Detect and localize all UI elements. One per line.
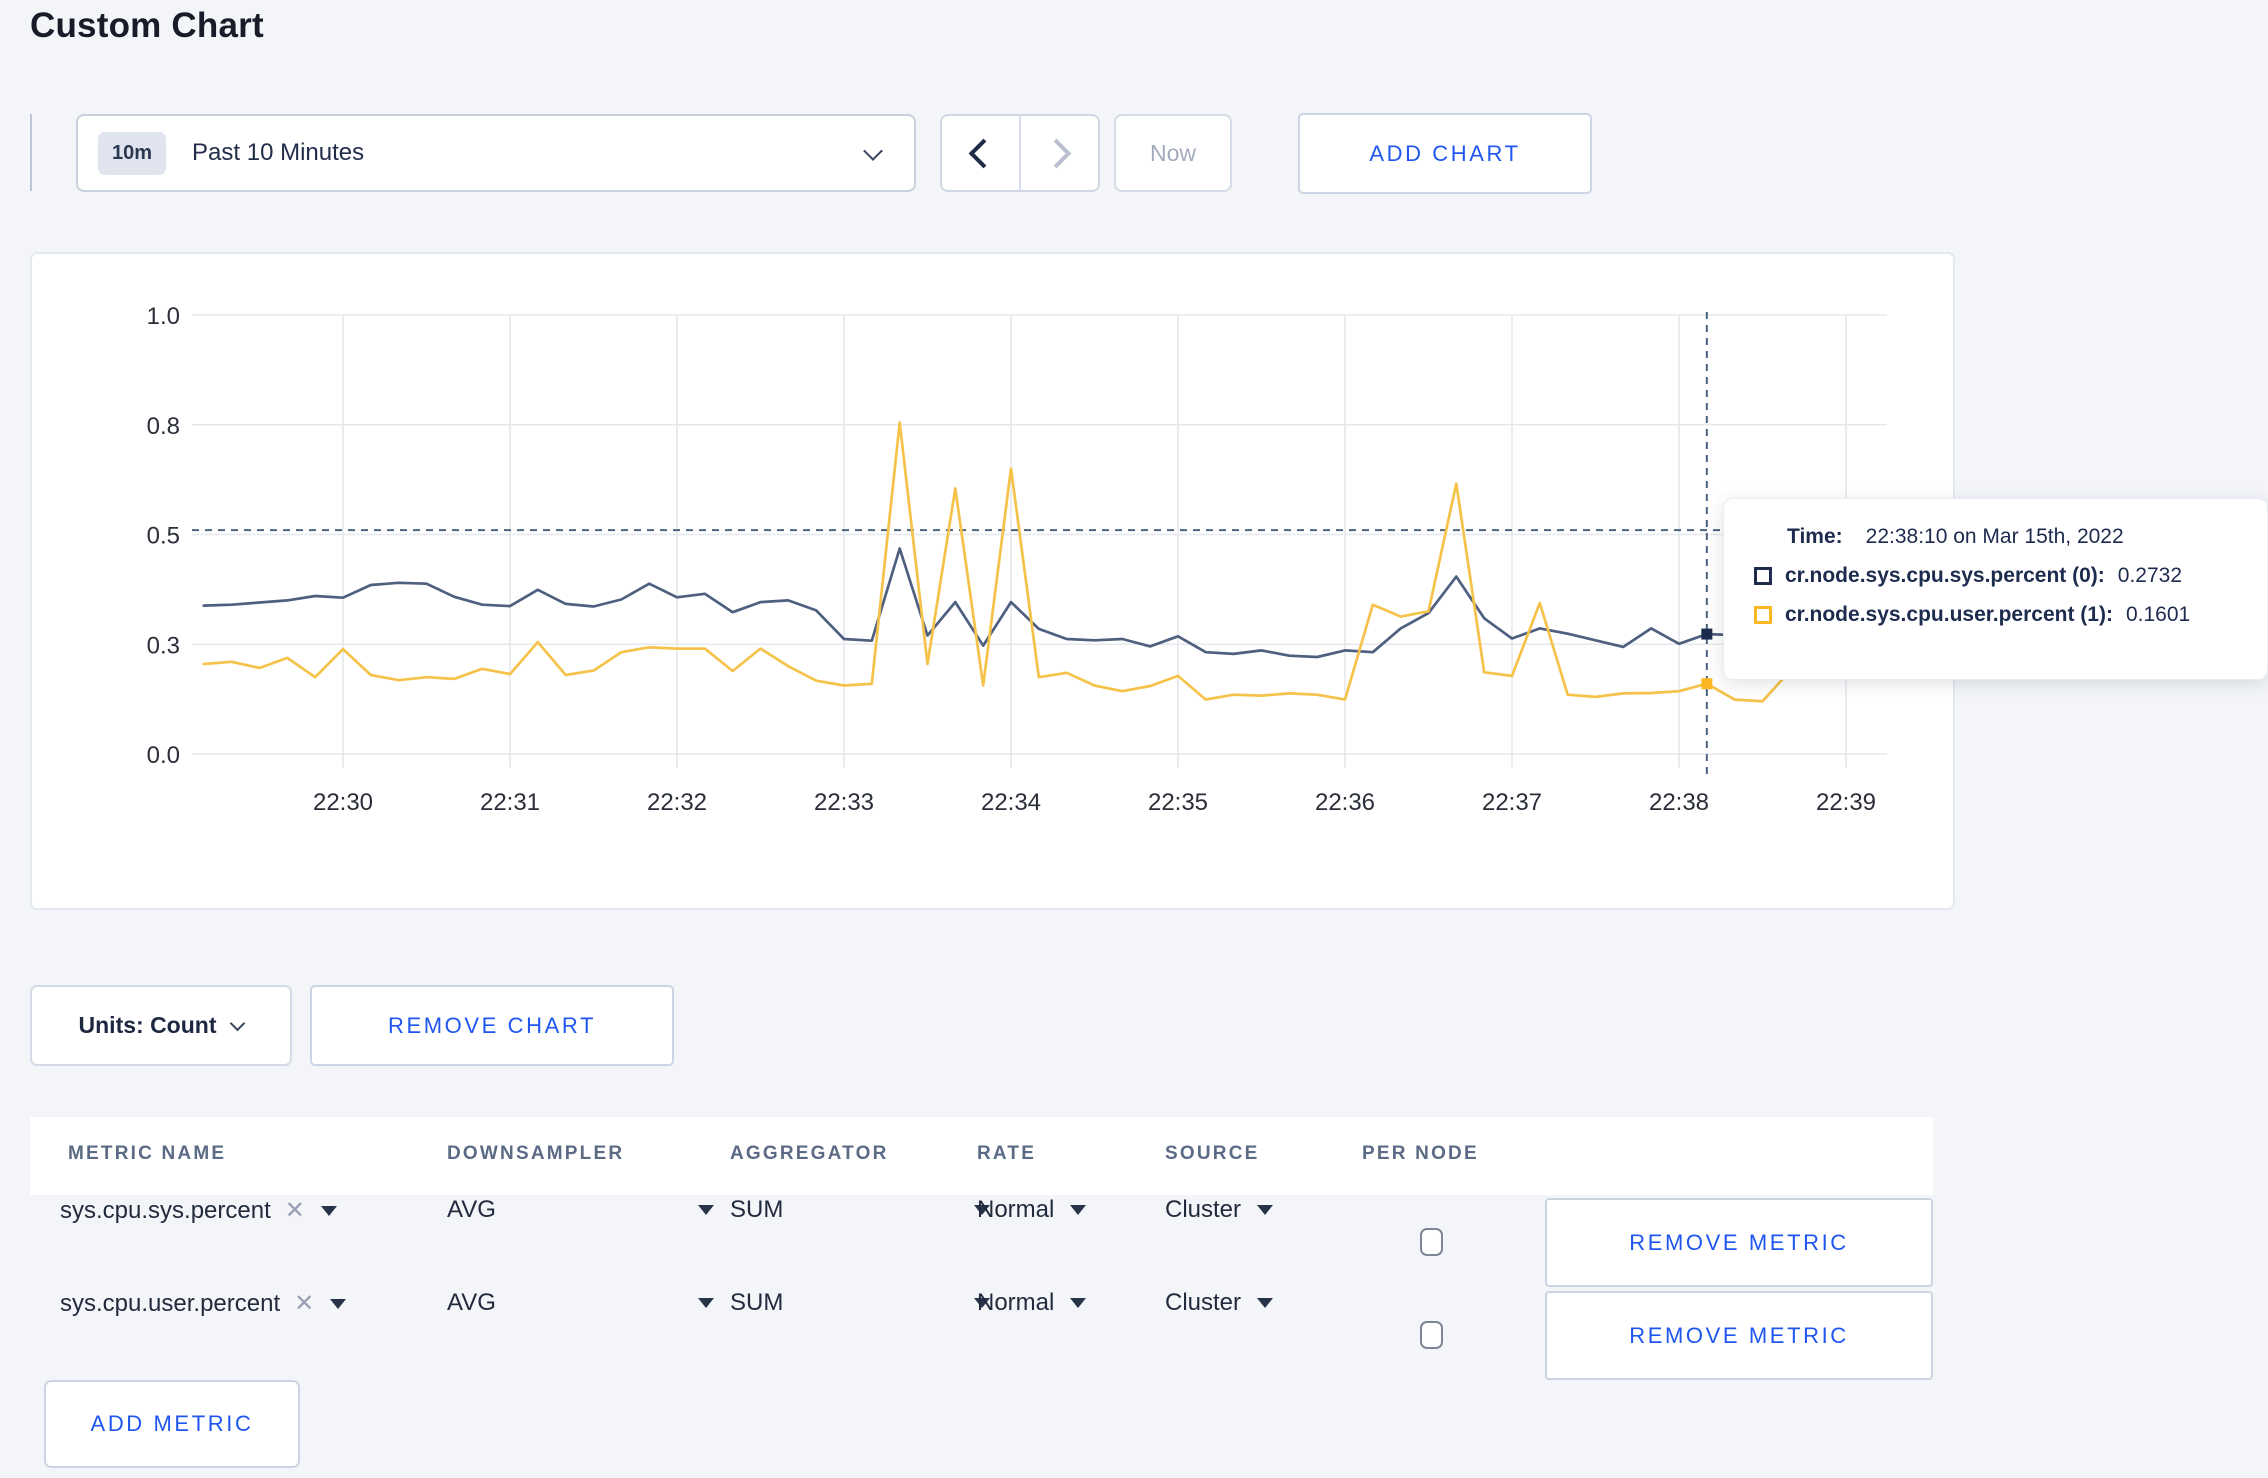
svg-text:22:36: 22:36 [1315, 789, 1375, 816]
aggregator-value: SUM [730, 1196, 784, 1223]
units-dropdown[interactable]: Units: Count [30, 985, 292, 1066]
tooltip-time-label: Time: [1787, 525, 1843, 548]
svg-text:22:37: 22:37 [1482, 789, 1542, 816]
remove-metric-button[interactable]: REMOVE METRIC [1545, 1198, 1933, 1287]
clear-metric-icon[interactable]: ✕ [285, 1196, 305, 1225]
sys-percent-swatch-icon [1754, 567, 1772, 585]
chart-card[interactable]: 0.0 0.3 0.5 0.8 1.0 22:30 22:31 22:32 22:33 22:34… [30, 252, 1955, 910]
units-label: Units: Count [78, 1012, 217, 1038]
rate-select[interactable]: Normal [977, 1289, 1087, 1317]
svg-text:22:31: 22:31 [480, 789, 540, 816]
user-percent-swatch-icon [1754, 606, 1772, 624]
metric-name-value: sys.cpu.sys.percent [60, 1196, 271, 1224]
svg-text:22:34: 22:34 [981, 789, 1041, 816]
svg-text:22:38: 22:38 [1649, 789, 1709, 816]
svg-text:22:39: 22:39 [1816, 789, 1876, 816]
downsampler-value: AVG [447, 1289, 496, 1316]
timeseries-chart[interactable]: 0.0 0.3 0.5 0.8 1.0 22:30 22:31 22:32 22:33 22:34… [32, 254, 1953, 908]
metric-row: sys.cpu.user.percent ✕ AVG SUM Normal Cl… [30, 1289, 1933, 1382]
chevron-down-icon [230, 1015, 246, 1032]
svg-text:1.0: 1.0 [147, 303, 180, 330]
svg-text:0.0: 0.0 [147, 742, 180, 769]
svg-text:22:32: 22:32 [647, 789, 707, 816]
rate-value: Normal [977, 1289, 1055, 1316]
toolbar-divider [30, 114, 32, 191]
svg-text:22:33: 22:33 [814, 789, 874, 816]
aggregator-select[interactable]: SUM [730, 1289, 990, 1317]
per-node-checkbox[interactable] [1420, 1321, 1443, 1349]
caret-down-icon [1257, 1205, 1274, 1215]
remove-chart-button[interactable]: REMOVE CHART [310, 985, 674, 1066]
downsampler-select[interactable]: AVG [447, 1289, 714, 1317]
time-range-dropdown[interactable]: 10m Past 10 Minutes [76, 114, 916, 192]
tooltip-time-value: 22:38:10 on Mar 15th, 2022 [1865, 525, 2124, 548]
svg-text:0.3: 0.3 [147, 632, 180, 659]
metric-name-select[interactable]: sys.cpu.sys.percent ✕ [60, 1196, 337, 1225]
rate-value: Normal [977, 1196, 1055, 1223]
caret-down-icon [698, 1205, 714, 1215]
time-range-badge: 10m [98, 131, 167, 175]
tooltip-series-value: 0.2732 [2117, 564, 2183, 587]
caret-down-icon [320, 1205, 337, 1216]
svg-text:0.8: 0.8 [147, 413, 180, 440]
remove-metric-button[interactable]: REMOVE METRIC [1545, 1291, 1933, 1380]
source-select[interactable]: Cluster [1165, 1289, 1274, 1317]
column-header-per-node: PER NODE [1362, 1143, 1479, 1164]
tooltip-series-label: cr.node.sys.cpu.sys.percent (0): [1785, 564, 2105, 587]
time-range-label: Past 10 Minutes [192, 139, 365, 166]
source-select[interactable]: Cluster [1165, 1196, 1274, 1224]
caret-down-icon [1070, 1298, 1087, 1308]
column-header-rate: RATE [977, 1143, 1037, 1164]
svg-text:22:35: 22:35 [1148, 789, 1208, 816]
metric-name-value: sys.cpu.user.percent [60, 1289, 281, 1317]
time-forward-button[interactable] [1019, 116, 1098, 190]
page-title: Custom Chart [30, 6, 264, 45]
chart-tooltip: Time: 22:38:10 on Mar 15th, 2022 cr.node… [1723, 498, 2268, 680]
svg-text:0.5: 0.5 [147, 523, 180, 550]
time-nav-group [940, 114, 1100, 192]
caret-down-icon [330, 1298, 347, 1309]
tooltip-series-row: cr.node.sys.cpu.user.percent (1): 0.1601 [1754, 603, 2237, 627]
source-value: Cluster [1165, 1196, 1242, 1223]
column-header-metric-name: METRIC NAME [68, 1143, 227, 1164]
chevron-right-icon [1041, 138, 1072, 168]
column-header-source: SOURCE [1165, 1143, 1260, 1164]
column-header-aggregator: AGGREGATOR [730, 1143, 889, 1164]
aggregator-select[interactable]: SUM [730, 1196, 990, 1224]
per-node-checkbox[interactable] [1420, 1228, 1443, 1256]
metric-row: sys.cpu.sys.percent ✕ AVG SUM Normal Clu… [30, 1196, 1933, 1289]
metric-name-select[interactable]: sys.cpu.user.percent ✕ [60, 1289, 347, 1318]
custom-chart-page: Custom Chart 10m Past 10 Minutes Now ADD… [0, 0, 2268, 1478]
clear-metric-icon[interactable]: ✕ [294, 1289, 314, 1318]
tooltip-series-value: 0.1601 [2125, 603, 2191, 626]
tooltip-series-row: cr.node.sys.cpu.sys.percent (0): 0.2732 [1754, 564, 2237, 588]
chevron-down-icon [863, 141, 883, 161]
time-back-button[interactable] [942, 116, 1019, 190]
chevron-left-icon [968, 138, 999, 168]
downsampler-select[interactable]: AVG [447, 1196, 714, 1224]
caret-down-icon [1257, 1298, 1274, 1308]
metrics-table-header: METRIC NAME DOWNSAMPLER AGGREGATOR RATE … [30, 1117, 1933, 1195]
now-button[interactable]: Now [1114, 114, 1232, 192]
tooltip-series-label: cr.node.sys.cpu.user.percent (1): [1785, 603, 2113, 626]
downsampler-value: AVG [447, 1196, 496, 1223]
svg-text:22:30: 22:30 [313, 789, 373, 816]
source-value: Cluster [1165, 1289, 1242, 1316]
caret-down-icon [1070, 1205, 1087, 1215]
aggregator-value: SUM [730, 1289, 784, 1316]
tooltip-time-row: Time: 22:38:10 on Mar 15th, 2022 [1754, 525, 2237, 549]
rate-select[interactable]: Normal [977, 1196, 1087, 1224]
add-chart-button[interactable]: ADD CHART [1298, 113, 1592, 194]
column-header-downsampler: DOWNSAMPLER [447, 1143, 625, 1164]
caret-down-icon [698, 1298, 714, 1308]
add-metric-button[interactable]: ADD METRIC [44, 1380, 300, 1468]
